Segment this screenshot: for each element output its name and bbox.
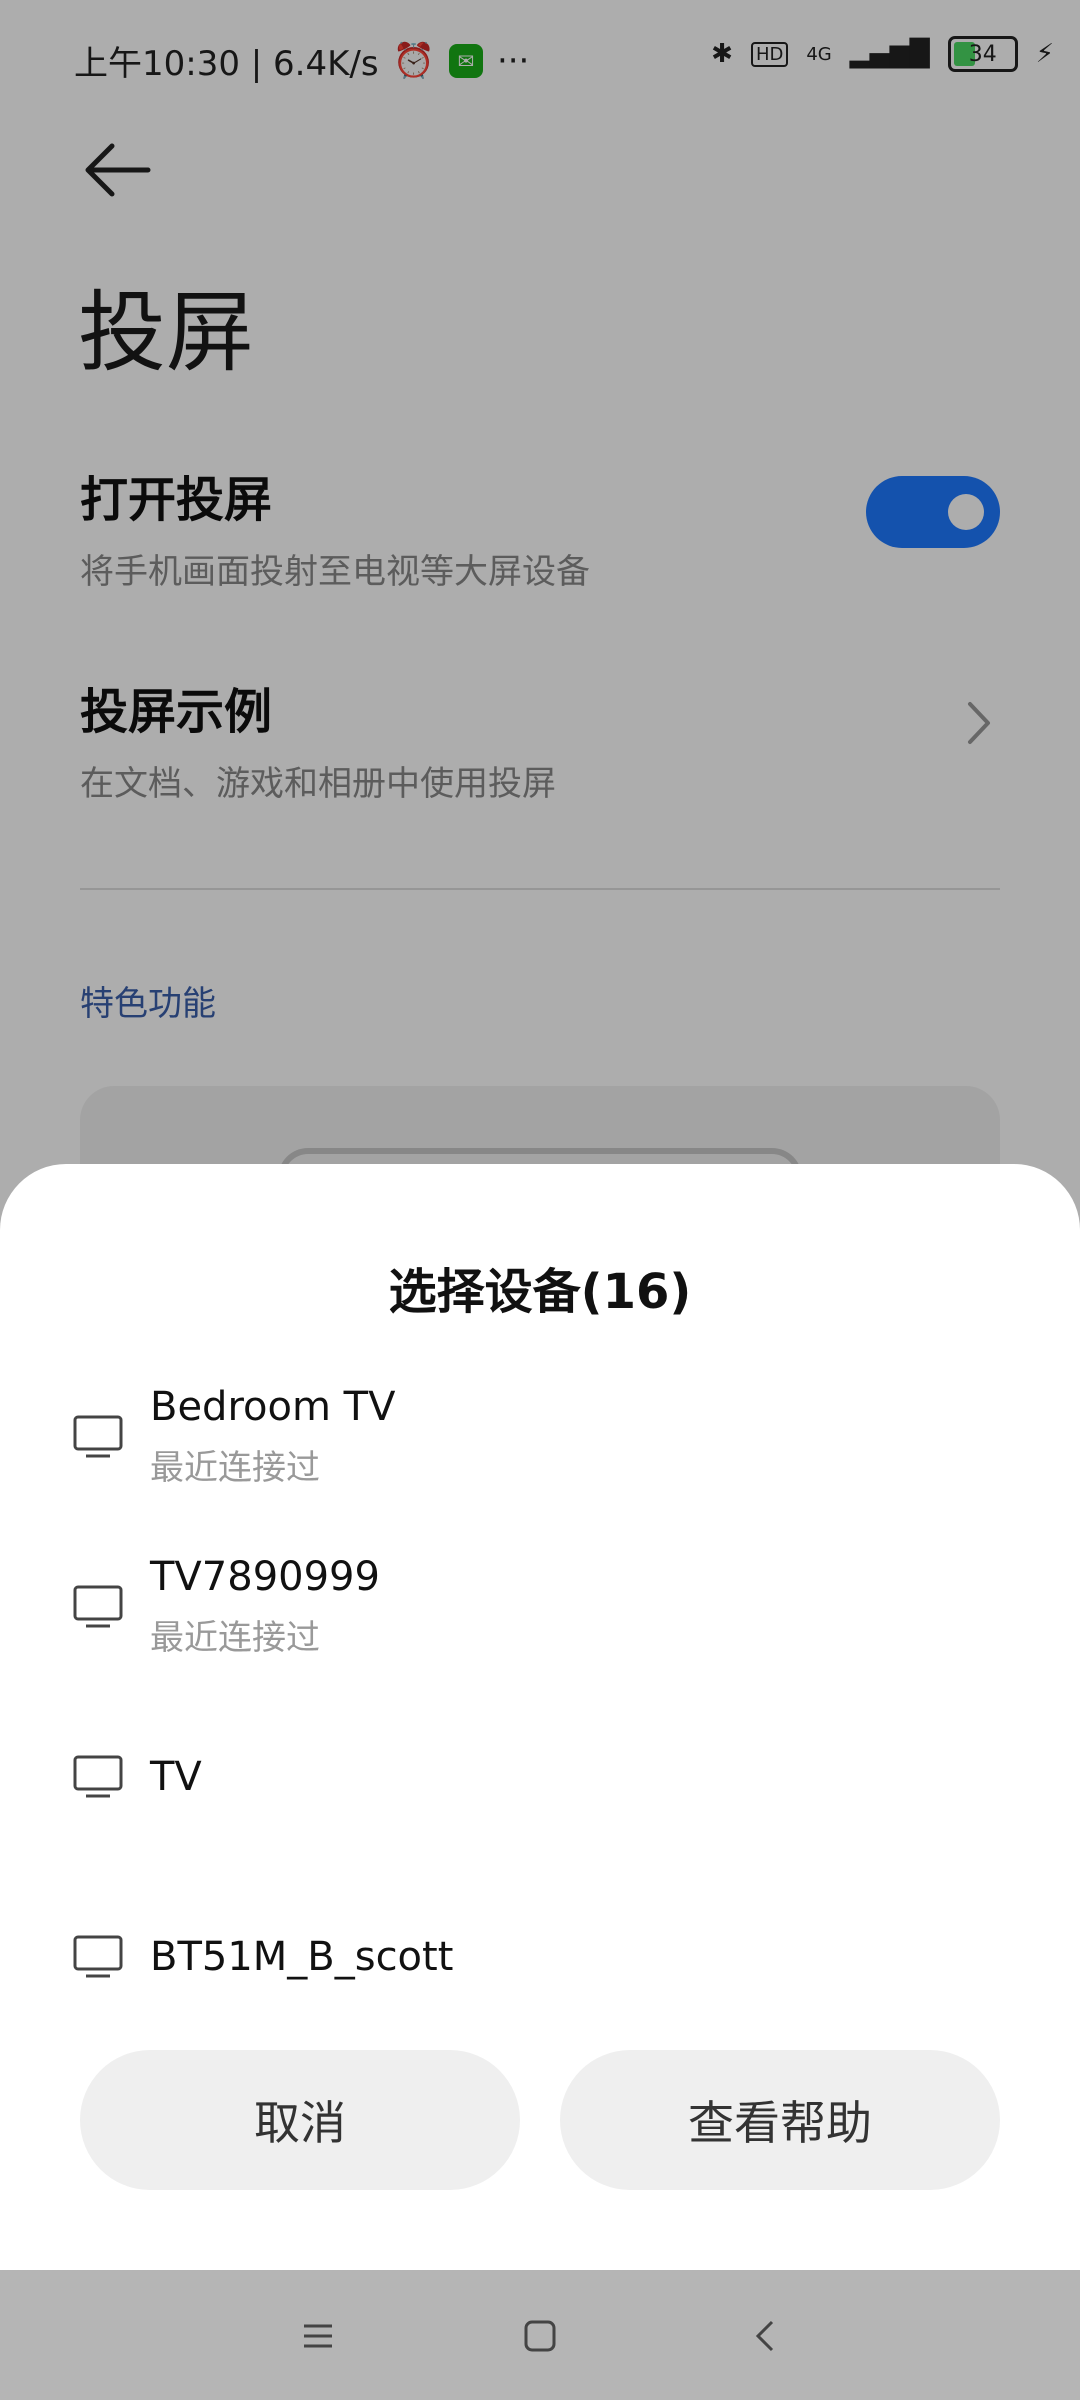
help-button[interactable]: 查看帮助	[560, 2050, 1000, 2190]
device-name: BT51M_B_scott	[150, 1934, 454, 1980]
cancel-button[interactable]: 取消	[80, 2050, 520, 2190]
tv-icon	[73, 1415, 123, 1458]
device-name: TV7890999	[150, 1554, 380, 1600]
home-icon[interactable]	[518, 2314, 562, 2358]
device-name: TV	[150, 1754, 202, 1800]
device-item[interactable]: BT51M_B_scott	[72, 1904, 1008, 1984]
tv-icon	[73, 1935, 123, 1978]
device-hint: 最近连接过	[150, 1618, 320, 1658]
device-item[interactable]: TV7890999 最近连接过	[72, 1554, 1008, 1684]
device-list: Bedroom TV 最近连接过 TV7890999 最近连接过 TV BT51…	[0, 1384, 1080, 1984]
device-item[interactable]: TV	[72, 1724, 1008, 1854]
menu-icon[interactable]	[296, 2314, 340, 2358]
tv-icon	[73, 1585, 123, 1628]
navigation-bar	[0, 2270, 1080, 2400]
tv-icon	[73, 1755, 123, 1798]
screen: 上午10:30 | 6.4K/s ⏰ ✉ ··· ✱ HD 4G ▂▄▆█ 34…	[0, 0, 1080, 2400]
device-hint: 最近连接过	[150, 1448, 320, 1488]
device-name: Bedroom TV	[150, 1384, 396, 1430]
device-item[interactable]: Bedroom TV 最近连接过	[72, 1384, 1008, 1514]
back-icon[interactable]	[744, 2314, 788, 2358]
sheet-title: 选择设备(16)	[388, 1264, 692, 1320]
device-picker-sheet: 选择设备(16) Bedroom TV 最近连接过 TV7890999 最近连接…	[0, 1164, 1080, 2270]
